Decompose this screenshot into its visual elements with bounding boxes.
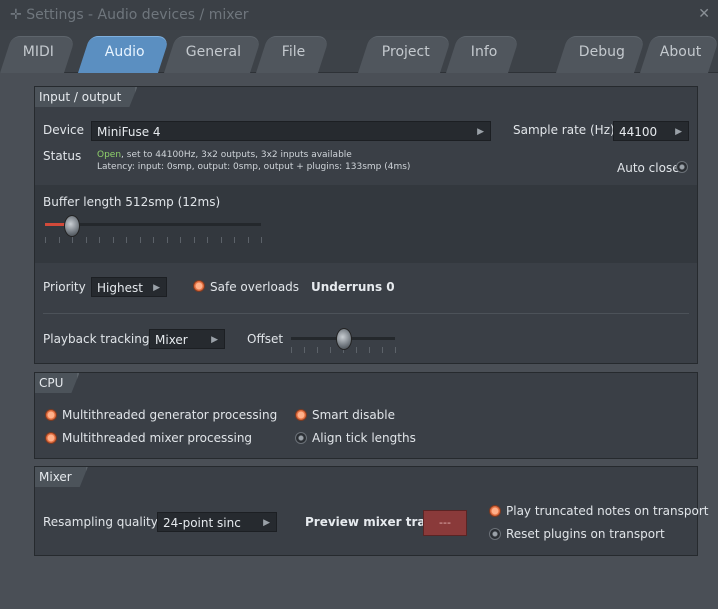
offset-label: Offset [247, 332, 284, 346]
slider-tick [356, 347, 357, 353]
tab-audio[interactable]: Audio [77, 36, 171, 73]
slider-tick [304, 347, 305, 353]
auto-close-label: Auto close [617, 161, 680, 175]
mixer-panel: Mixer Resampling quality 24-point sinc ▶… [34, 466, 708, 556]
slider-tick [126, 237, 127, 243]
slider-tick [180, 237, 181, 243]
chevron-right-icon: ▶ [211, 335, 218, 345]
tab-project[interactable]: Project [357, 36, 453, 73]
slider-tick [247, 237, 249, 243]
chevron-right-icon: ▶ [263, 518, 270, 528]
slider-tick [207, 237, 208, 243]
resampling-quality-label: Resampling quality [43, 515, 158, 529]
window-title: ✛ Settings - Audio devices / mixer [10, 7, 249, 23]
slider-tick [99, 237, 100, 243]
playback-tracking-select[interactable]: Mixer ▶ [149, 329, 225, 349]
reset-plugins-radio[interactable] [489, 528, 501, 540]
chevron-right-icon: ▶ [477, 127, 484, 137]
plus-icon: ✛ [10, 7, 22, 23]
safe-overloads-radio[interactable] [193, 280, 205, 292]
offset-slider-knob[interactable] [336, 328, 352, 350]
resampling-quality-select[interactable]: 24-point sinc ▶ [157, 512, 277, 532]
tab-debug[interactable]: Debug [555, 36, 647, 73]
sample-rate-select[interactable]: 44100 ▶ [613, 121, 689, 141]
slider-tick [58, 237, 60, 243]
reset-plugins-label: Reset plugins on transport [506, 527, 665, 541]
slider-tick [369, 347, 370, 353]
safe-overloads-label: Safe overloads [210, 280, 300, 294]
priority-label: Priority [43, 280, 86, 294]
status-label: Status [43, 149, 82, 163]
play-truncated-radio[interactable] [489, 505, 501, 517]
preview-mixer-track-label: Preview mixer track [305, 515, 441, 529]
tab-midi[interactable]: MIDI [0, 36, 77, 73]
slider-tick [153, 237, 154, 243]
tab-general[interactable]: General [163, 36, 263, 73]
input-output-panel: Input / output Device MiniFuse 4 ▶ Sampl… [34, 86, 698, 364]
chevron-right-icon: ▶ [153, 283, 160, 293]
slider-tick [85, 237, 87, 243]
slider-tick [139, 237, 141, 243]
close-icon[interactable]: ✕ [698, 6, 710, 22]
buffer-ticks [45, 233, 262, 243]
preview-mixer-track-button[interactable]: --- [423, 510, 467, 536]
align-tick-radio[interactable] [295, 432, 307, 444]
status-line: Open, set to 44100Hz, 3x2 outputs, 3x2 i… [97, 150, 352, 160]
slider-tick [330, 347, 331, 353]
multithreaded-generator-label: Multithreaded generator processing [62, 408, 278, 422]
slider-tick [234, 237, 235, 243]
priority-select[interactable]: Highest ▶ [91, 277, 167, 297]
slider-tick [193, 237, 195, 243]
latency-line: Latency: input: 0smp, output: 0smp, outp… [97, 162, 411, 172]
tab-file[interactable]: File [255, 36, 331, 73]
divider [43, 313, 689, 314]
tab-bar: MIDI Audio General File Project Info Deb… [0, 30, 718, 73]
cpu-panel: CPU Multithreaded generator processing M… [34, 372, 698, 459]
slider-tick [291, 347, 292, 353]
multithreaded-mixer-label: Multithreaded mixer processing [62, 431, 253, 445]
tab-info[interactable]: Info [445, 36, 521, 73]
title-bar: ✛ Settings - Audio devices / mixer ✕ [0, 0, 718, 30]
tab-about[interactable]: About [639, 36, 718, 73]
multithreaded-mixer-radio[interactable] [45, 432, 57, 444]
slider-tick [261, 237, 262, 243]
align-tick-label: Align tick lengths [312, 431, 416, 445]
play-truncated-label: Play truncated notes on transport [506, 504, 709, 518]
panel-title: Mixer [35, 467, 88, 487]
slider-tick [112, 237, 114, 243]
smart-disable-radio[interactable] [295, 409, 307, 421]
auto-close-radio[interactable] [676, 161, 688, 173]
device-select[interactable]: MiniFuse 4 ▶ [91, 121, 491, 141]
panel-title: Input / output [35, 87, 137, 107]
underruns-label: Underruns 0 [311, 280, 395, 294]
slider-tick [166, 237, 168, 243]
panel-title: CPU [35, 373, 79, 393]
sample-rate-label: Sample rate (Hz) [513, 123, 615, 137]
buffer-length-label: Buffer length 512smp (12ms) [43, 195, 221, 209]
chevron-right-icon: ▶ [675, 127, 682, 137]
smart-disable-label: Smart disable [312, 408, 396, 422]
slider-tick [395, 347, 396, 353]
multithreaded-generator-radio[interactable] [45, 409, 57, 421]
slider-tick [72, 237, 73, 243]
device-label: Device [43, 123, 85, 137]
slider-tick [45, 237, 46, 243]
slider-tick [220, 237, 222, 243]
slider-tick [382, 347, 383, 353]
playback-tracking-label: Playback tracking [43, 332, 150, 346]
slider-tick [317, 347, 318, 353]
